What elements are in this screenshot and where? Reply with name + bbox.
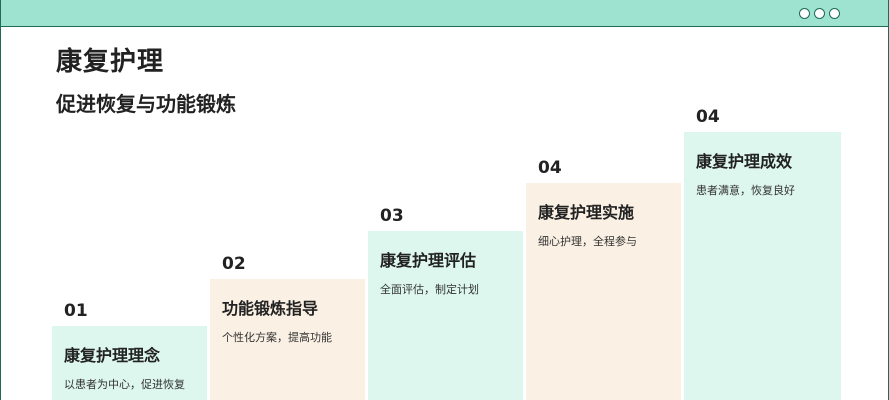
step-card: 康复护理评估 全面评估，制定计划	[368, 231, 523, 400]
window-topbar	[1, 0, 888, 27]
step-number: 04	[696, 107, 720, 127]
step-title: 康复护理实施	[538, 203, 635, 222]
page-title: 康复护理	[56, 47, 165, 77]
window-dot-icon[interactable]	[799, 8, 810, 19]
step-title: 功能锻炼指导	[222, 299, 319, 318]
step-card: 康复护理实施 细心护理，全程参与	[526, 183, 681, 400]
page-subtitle: 促进恢复与功能锻炼	[56, 92, 236, 116]
window-dot-icon[interactable]	[814, 8, 825, 19]
step-title: 康复护理理念	[64, 346, 161, 365]
step-title: 康复护理成效	[696, 152, 793, 171]
step-number: 03	[380, 206, 404, 226]
step-card: 康复护理理念 以患者为中心，促进恢复	[52, 326, 207, 400]
window-dot-icon[interactable]	[829, 8, 840, 19]
step-card: 康复护理成效 患者满意，恢复良好	[684, 132, 841, 400]
step-description: 以患者为中心，促进恢复	[64, 378, 185, 391]
step-description: 个性化方案，提高功能	[222, 331, 332, 344]
step-description: 细心护理，全程参与	[538, 235, 637, 248]
window-controls	[799, 8, 840, 19]
step-description: 患者满意，恢复良好	[696, 184, 795, 197]
step-number: 04	[538, 158, 562, 178]
slide-frame: 康复护理 促进恢复与功能锻炼 01 康复护理理念 以患者为中心，促进恢复 02 …	[0, 0, 889, 400]
step-card: 功能锻炼指导 个性化方案，提高功能	[210, 279, 365, 400]
step-title: 康复护理评估	[380, 251, 477, 270]
step-number: 01	[64, 301, 88, 321]
step-number: 02	[222, 254, 246, 274]
step-description: 全面评估，制定计划	[380, 283, 479, 296]
